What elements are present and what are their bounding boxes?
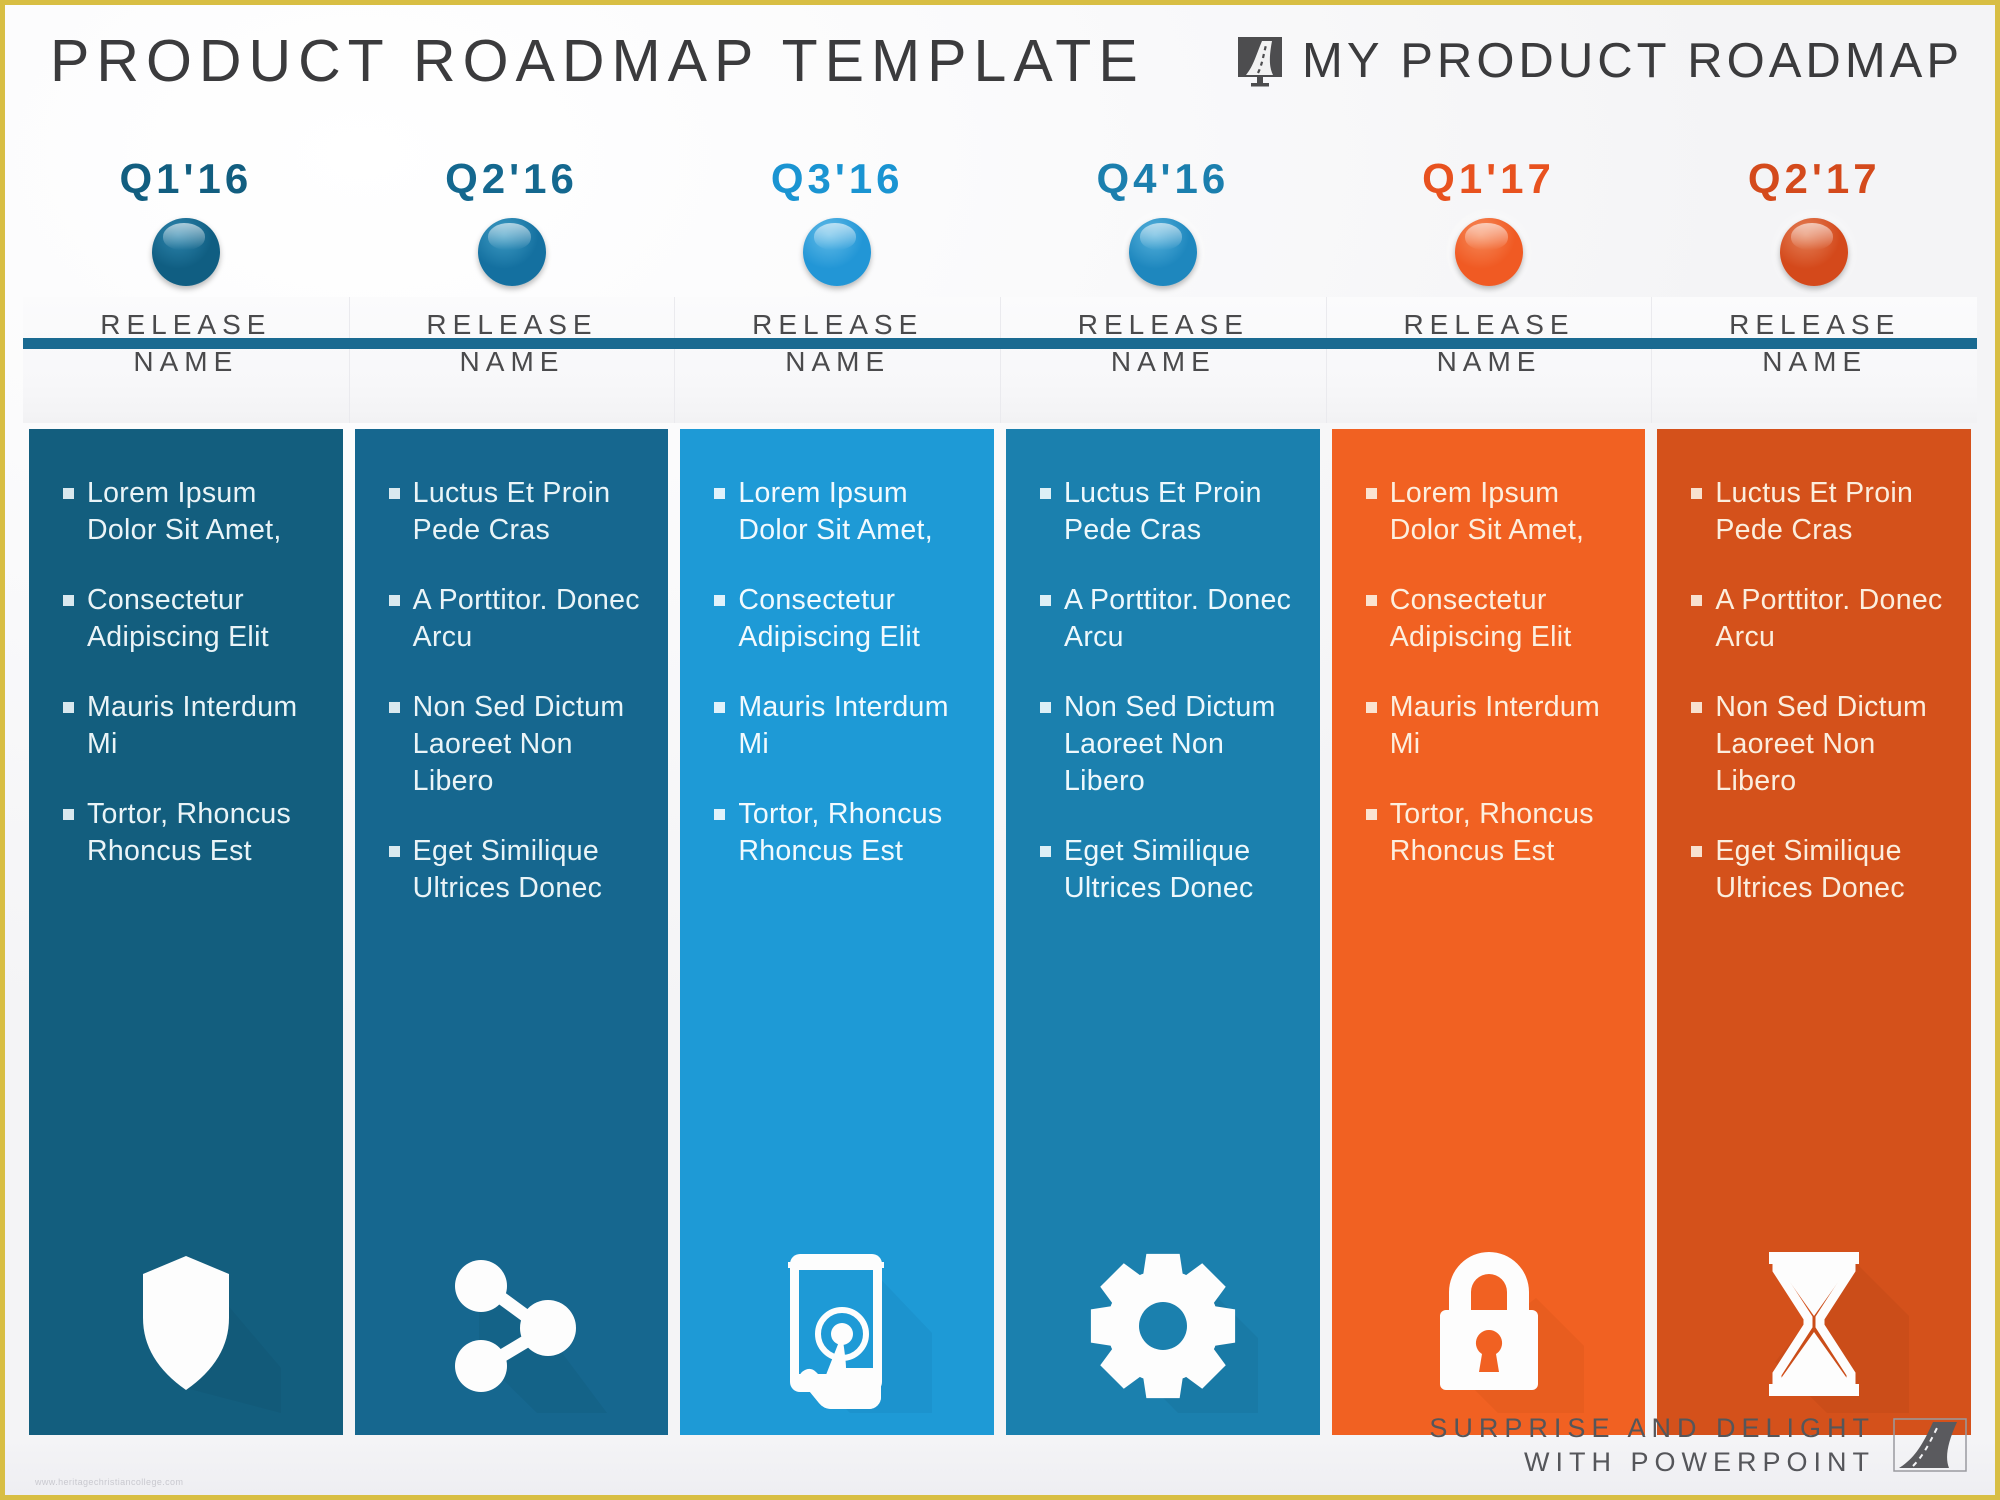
release-card[interactable]: Luctus Et Proin Pede Cras A Porttitor. Do… [354,429,669,1435]
brand-block: MY PRODUCT ROADMAP [1236,33,1963,89]
feature-list: Luctus Et Proin Pede Cras A Porttitor. Do… [1669,475,1953,940]
feature-item: A Porttitor. Donec Arcu [367,582,651,656]
card-icon-slot [1657,1233,1971,1413]
footer-line-2: WITH POWERPOINT [1524,1446,1875,1477]
timeline-bar [23,338,1977,349]
feature-list: Luctus Et Proin Pede Cras A Porttitor. Do… [367,475,651,940]
roadmap-columns: Q1'16 RELEASE NAME Lorem Ipsum Dolor Sit Am… [23,135,1978,1495]
feature-list: Luctus Et Proin Pede Cras A Porttitor. Do… [1018,475,1302,940]
feature-item: Mauris Interdum Mi [41,689,325,763]
milestone-dot[interactable] [1780,218,1849,286]
mobile-touch-icon [788,1254,933,1413]
release-name-line-2: NAME [133,345,239,377]
footer-line-1: SURPRISE AND DELIGHT [1429,1412,1875,1443]
release-name-line-2: NAME [785,345,891,377]
card-icon-slot [1006,1233,1320,1413]
lock-icon [1439,1252,1584,1413]
hourglass-icon [1769,1252,1910,1413]
feature-item: Non Sed Dictum Laoreet Non Libero [1018,689,1302,800]
release-name-line-2: NAME [1762,345,1868,377]
feature-item: Consectetur Adipiscing Elit [692,582,976,656]
share-icon [454,1260,607,1413]
road-logo-icon [1236,35,1288,87]
card-icon-slot [355,1233,669,1413]
feature-list: Lorem Ipsum Dolor Sit Amet, Consectetur A… [1344,475,1628,903]
quarter-label: Q3'16 [770,155,904,202]
feature-item: Lorem Ipsum Dolor Sit Amet, [1344,475,1628,549]
road-logo-icon [1893,1418,1967,1472]
slide-footer: SURPRISE AND DELIGHT WITH POWERPOINT [1429,1411,1967,1479]
feature-item: Luctus Et Proin Pede Cras [1669,475,1953,549]
release-card[interactable]: Lorem Ipsum Dolor Sit Amet, Consectetur A… [29,429,343,1435]
feature-item: Non Sed Dictum Laoreet Non Libero [1669,689,1953,800]
feature-item: Tortor, Rhoncus Rhoncus Est [692,796,976,870]
feature-item: Mauris Interdum Mi [1344,689,1628,763]
release-card[interactable]: Lorem Ipsum Dolor Sit Amet, Consectetur A… [680,429,995,1435]
card-icon-slot [1332,1233,1646,1413]
feature-list: Lorem Ipsum Dolor Sit Amet, Consectetur A… [692,475,976,903]
quarter-label: Q1'16 [119,155,253,202]
milestone-dot-wrap [674,207,1000,297]
milestone-dot[interactable] [151,218,220,286]
feature-item: Consectetur Adipiscing Elit [1344,582,1628,656]
feature-item: Lorem Ipsum Dolor Sit Amet, [692,475,976,549]
feature-item: Tortor, Rhoncus Rhoncus Est [41,796,325,870]
feature-item: Mauris Interdum Mi [692,689,976,763]
milestone-dot[interactable] [1454,218,1523,286]
feature-item: A Porttitor. Donec Arcu [1669,582,1953,656]
milestone-dot[interactable] [477,218,546,286]
feature-list: Lorem Ipsum Dolor Sit Amet, Consectetur A… [41,475,325,903]
gear-icon [1090,1253,1258,1413]
release-card[interactable]: Luctus Et Proin Pede Cras A Porttitor. Do… [1006,429,1320,1435]
release-name-plaque: RELEASE NAME [1000,297,1326,423]
milestone-dot[interactable] [803,218,872,286]
release-name-plaque: RELEASE NAME [1651,297,1978,423]
milestone-dot-wrap [23,207,349,297]
footer-tagline: SURPRISE AND DELIGHT WITH POWERPOINT [1429,1411,1875,1479]
quarter-label: Q2'17 [1747,155,1881,202]
quarter-label: Q1'17 [1422,155,1555,202]
release-name-line-2: NAME [1110,345,1216,377]
feature-item: Eget Similique Ultrices Donec [367,833,651,907]
milestone-dot-wrap [1651,207,1977,297]
card-icon-slot [29,1233,343,1413]
feature-item: Lorem Ipsum Dolor Sit Amet, [41,475,325,549]
feature-item: Non Sed Dictum Laoreet Non Libero [367,689,651,800]
shield-icon [142,1256,281,1413]
quarter-label: Q4'16 [1096,155,1230,202]
milestone-dot-wrap [1326,207,1652,297]
card-icon-slot [680,1233,994,1413]
release-name-line-2: NAME [1436,345,1542,377]
page-title: PRODUCT ROADMAP TEMPLATE [50,28,1145,94]
milestone-dot[interactable] [1128,218,1197,286]
watermark-text: www.heritagechristiancollege.com [35,1477,184,1487]
slide-header: PRODUCT ROADMAP TEMPLATE MY PRODUCT ROAD… [5,5,1995,123]
release-name-plaque: RELEASE NAME [348,297,675,423]
feature-item: Consectetur Adipiscing Elit [41,582,325,656]
feature-item: Tortor, Rhoncus Rhoncus Est [1344,796,1628,870]
release-card[interactable]: Luctus Et Proin Pede Cras A Porttitor. Do… [1657,429,1972,1435]
feature-item: Luctus Et Proin Pede Cras [1018,475,1302,549]
release-name-line-2: NAME [459,345,565,377]
milestone-dot-wrap [349,207,675,297]
feature-item: Eget Similique Ultrices Donec [1018,833,1302,907]
quarter-label: Q2'16 [445,155,578,202]
release-name-plaque: RELEASE NAME [674,297,1001,423]
slide-canvas: PRODUCT ROADMAP TEMPLATE MY PRODUCT ROAD… [0,0,2000,1500]
feature-item: Luctus Et Proin Pede Cras [367,475,651,549]
release-name-plaque: RELEASE NAME [23,297,349,423]
feature-item: A Porttitor. Donec Arcu [1018,582,1302,656]
milestone-dot-wrap [1000,207,1326,297]
release-card[interactable]: Lorem Ipsum Dolor Sit Amet, Consectetur A… [1331,429,1646,1435]
brand-title: MY PRODUCT ROADMAP [1302,34,1963,88]
release-name-plaque: RELEASE NAME [1325,297,1652,423]
feature-item: Eget Similique Ultrices Donec [1669,833,1953,907]
